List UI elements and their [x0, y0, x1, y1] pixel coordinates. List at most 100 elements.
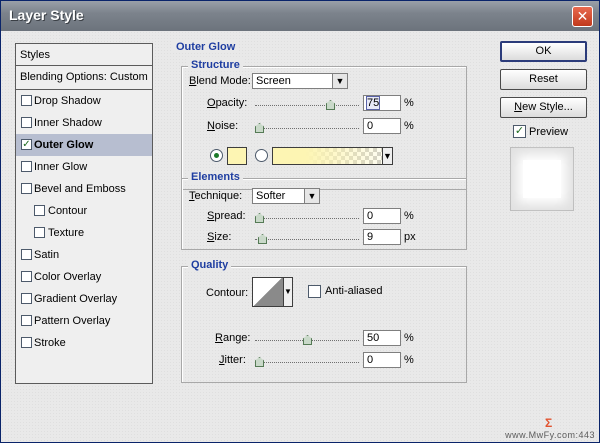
opacity-unit: % — [404, 97, 414, 109]
styles-header[interactable]: Styles — [16, 44, 152, 66]
quality-group: Quality Contour: ▼ Anti-aliased Range: 5… — [181, 259, 467, 383]
elements-group: Elements Technique: Softer ▼ Spread: 0 %… — [181, 171, 467, 250]
blend-mode-value: Screen — [256, 75, 291, 87]
style-item-inner-shadow[interactable]: Inner Shadow — [16, 112, 152, 134]
elements-title: Elements — [188, 171, 243, 183]
jitter-label: Jitter: — [219, 354, 246, 366]
noise-field[interactable]: 0 — [363, 118, 401, 134]
blend-mode-select[interactable]: Screen ▼ — [252, 73, 348, 89]
dialog-title: Layer Style — [9, 7, 84, 23]
jitter-field[interactable]: 0 — [363, 352, 401, 368]
size-field[interactable]: 9 — [363, 229, 401, 245]
contour-label: Contour: — [206, 287, 249, 299]
range-slider-thumb[interactable] — [303, 335, 312, 345]
contour-picker[interactable] — [252, 277, 284, 307]
style-item-checkbox[interactable] — [21, 249, 32, 260]
style-item-label: Texture — [48, 227, 85, 239]
technique-value: Softer — [256, 190, 286, 202]
noise-slider[interactable] — [255, 123, 359, 133]
style-item-checkbox[interactable]: ✓ — [21, 139, 32, 150]
jitter-value: 0 — [367, 354, 374, 366]
style-item-checkbox[interactable] — [21, 183, 32, 194]
style-item-gradient-overlay[interactable]: Gradient Overlay — [16, 288, 152, 310]
technique-select[interactable]: Softer ▼ — [252, 188, 320, 204]
noise-value: 0 — [367, 120, 374, 132]
gradient-dropdown[interactable]: ▼ — [382, 147, 393, 165]
spread-label: Spread: — [207, 210, 246, 222]
style-item-checkbox[interactable] — [21, 337, 32, 348]
gradient-radio[interactable] — [255, 149, 268, 162]
style-item-checkbox[interactable] — [21, 161, 32, 172]
preview-checkbox[interactable]: ✓ — [513, 125, 526, 138]
spread-slider-thumb[interactable] — [255, 213, 264, 223]
range-field[interactable]: 50 — [363, 330, 401, 346]
opacity-value: 75 — [365, 96, 381, 110]
style-item-drop-shadow[interactable]: Drop Shadow — [16, 90, 152, 112]
opacity-slider-thumb[interactable] — [326, 100, 335, 110]
ok-button[interactable]: OK — [500, 41, 587, 62]
chevron-down-icon: ▼ — [284, 287, 292, 296]
style-item-pattern-overlay[interactable]: Pattern Overlay — [16, 310, 152, 332]
jitter-unit: % — [404, 354, 414, 366]
dialog-body: Styles Blending Options: Custom Drop Sha… — [1, 31, 599, 442]
style-item-checkbox[interactable] — [21, 271, 32, 282]
preview-label: Preview — [529, 126, 569, 138]
size-slider[interactable] — [255, 234, 359, 244]
blending-options-item[interactable]: Blending Options: Custom — [16, 66, 152, 90]
spread-slider[interactable] — [255, 213, 359, 223]
style-item-label: Bevel and Emboss — [34, 183, 126, 195]
noise-slider-thumb[interactable] — [255, 123, 264, 133]
opacity-slider[interactable] — [255, 100, 359, 110]
size-unit: px — [404, 231, 416, 243]
glow-color-swatch[interactable] — [227, 147, 247, 165]
jitter-slider-thumb[interactable] — [255, 357, 264, 367]
spread-field[interactable]: 0 — [363, 208, 401, 224]
style-item-label: Satin — [34, 249, 60, 261]
range-value: 50 — [367, 332, 380, 344]
size-value: 9 — [367, 231, 374, 243]
style-item-inner-glow[interactable]: Inner Glow — [16, 156, 152, 178]
style-item-outer-glow[interactable]: ✓ Outer Glow — [16, 134, 152, 156]
style-item-label: Inner Shadow — [34, 117, 102, 129]
noise-unit: % — [404, 120, 414, 132]
outer-glow-title: Outer Glow — [173, 41, 239, 53]
jitter-slider[interactable] — [255, 357, 359, 367]
style-item-checkbox[interactable] — [21, 117, 32, 128]
style-item-stroke[interactable]: Stroke — [16, 332, 152, 354]
quality-title: Quality — [188, 259, 232, 271]
style-item-checkbox[interactable] — [21, 95, 32, 106]
close-button[interactable]: ✕ — [572, 6, 593, 27]
size-slider-thumb[interactable] — [258, 234, 267, 244]
title-bar[interactable]: Layer Style ✕ — [1, 1, 599, 31]
close-icon: ✕ — [576, 8, 589, 24]
solid-color-radio[interactable] — [210, 149, 223, 162]
style-item-bevel-and-emboss[interactable]: Bevel and Emboss — [16, 178, 152, 200]
new-style-button[interactable]: New Style... — [500, 97, 587, 118]
style-item-label: Gradient Overlay — [34, 293, 118, 305]
range-label: Range: — [215, 332, 251, 344]
style-item-checkbox[interactable] — [21, 293, 32, 304]
reset-button[interactable]: Reset — [500, 69, 587, 90]
range-slider[interactable] — [255, 335, 359, 345]
opacity-field[interactable]: 75 — [363, 95, 401, 111]
anti-aliased-checkbox[interactable] — [308, 285, 321, 298]
style-item-checkbox[interactable] — [34, 227, 45, 238]
blend-mode-label: Blend Mode: — [189, 75, 251, 87]
gradient-picker[interactable] — [272, 147, 383, 165]
style-item-checkbox[interactable] — [34, 205, 45, 216]
style-item-label: Pattern Overlay — [34, 315, 111, 327]
style-item-contour[interactable]: Contour — [16, 200, 152, 222]
contour-dropdown[interactable]: ▼ — [283, 277, 293, 307]
style-item-texture[interactable]: Texture — [16, 222, 152, 244]
technique-label: Technique: — [189, 190, 243, 202]
check-icon: ✓ — [514, 125, 525, 137]
structure-title: Structure — [188, 59, 243, 71]
style-item-satin[interactable]: Satin — [16, 244, 152, 266]
style-item-label: Stroke — [34, 337, 66, 349]
style-item-color-overlay[interactable]: Color Overlay — [16, 266, 152, 288]
range-unit: % — [404, 332, 414, 344]
style-item-checkbox[interactable] — [21, 315, 32, 326]
style-item-label: Drop Shadow — [34, 95, 101, 107]
style-item-label: Inner Glow — [34, 161, 88, 173]
style-preview — [510, 147, 574, 211]
